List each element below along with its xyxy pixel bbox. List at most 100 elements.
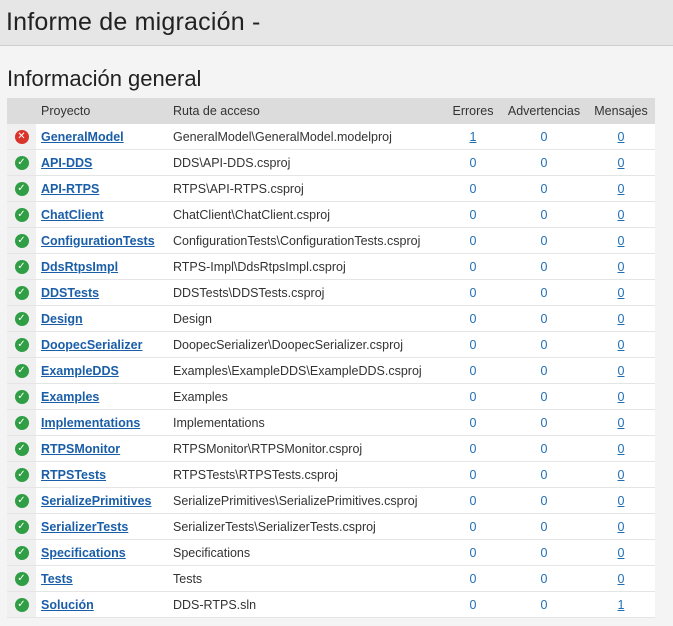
project-link[interactable]: API-DDS: [41, 156, 92, 170]
messages-link[interactable]: 1: [618, 598, 625, 612]
project-link[interactable]: DDSTests: [41, 286, 99, 300]
check-circle-icon: ✓: [14, 597, 29, 612]
project-cell: DdsRtpsImpl: [36, 253, 168, 280]
messages-link[interactable]: 0: [618, 208, 625, 222]
project-cell: Implementations: [36, 409, 168, 436]
project-link[interactable]: Tests: [41, 572, 73, 586]
messages-link[interactable]: 0: [618, 234, 625, 248]
messages-link[interactable]: 0: [618, 286, 625, 300]
status-cell: ✕: [7, 124, 36, 150]
messages-link[interactable]: 0: [618, 130, 625, 144]
status-cell: ✓: [7, 305, 36, 332]
errors-cell: 0: [445, 305, 501, 332]
errors-cell: 0: [445, 201, 501, 228]
path-cell: DDS\API-DDS.csproj: [168, 149, 445, 176]
errors-count: 0: [469, 545, 477, 560]
path-cell: RTPS-Impl\DdsRtpsImpl.csproj: [168, 253, 445, 280]
project-cell: ChatClient: [36, 201, 168, 228]
status-cell: ✓: [7, 201, 36, 228]
warnings-count: 0: [540, 259, 548, 274]
project-link[interactable]: ConfigurationTests: [41, 234, 155, 248]
errors-count: 0: [469, 571, 477, 586]
project-link[interactable]: DdsRtpsImpl: [41, 260, 118, 274]
warnings-count: 0: [540, 545, 548, 560]
project-link[interactable]: RTPSTests: [41, 468, 106, 482]
project-cell: ConfigurationTests: [36, 227, 168, 254]
messages-link[interactable]: 0: [618, 182, 625, 196]
errors-count: 0: [469, 519, 477, 534]
messages-link[interactable]: 0: [618, 338, 625, 352]
status-cell: ✓: [7, 565, 36, 592]
project-link[interactable]: SerializePrimitives: [41, 494, 151, 508]
header-project: Proyecto: [36, 98, 168, 124]
project-link[interactable]: ChatClient: [41, 208, 104, 222]
messages-link[interactable]: 0: [618, 312, 625, 326]
overview-table-container: Proyecto Ruta de acceso Errores Adverten…: [7, 98, 655, 618]
project-link[interactable]: API-RTPS: [41, 182, 99, 196]
path-cell: DDS-RTPS.sln: [168, 591, 445, 618]
project-link[interactable]: ExampleDDS: [41, 364, 119, 378]
status-cell: ✓: [7, 539, 36, 566]
path-cell: DDSTests\DDSTests.csproj: [168, 279, 445, 306]
table-row: ✓ RTPSTests RTPSTests\RTPSTests.csproj 0 0 0: [7, 461, 655, 488]
messages-link[interactable]: 0: [618, 520, 625, 534]
warnings-cell: 0: [501, 539, 587, 566]
project-link[interactable]: Design: [41, 312, 83, 326]
messages-link[interactable]: 0: [618, 442, 625, 456]
errors-link[interactable]: 1: [470, 130, 477, 144]
messages-link[interactable]: 0: [618, 572, 625, 586]
warnings-cell: 0: [501, 331, 587, 358]
status-cell: ✓: [7, 383, 36, 410]
messages-link[interactable]: 0: [618, 494, 625, 508]
messages-link[interactable]: 0: [618, 390, 625, 404]
messages-link[interactable]: 0: [618, 260, 625, 274]
project-link[interactable]: DoopecSerializer: [41, 338, 142, 352]
errors-cell: 0: [445, 331, 501, 358]
warnings-count: 0: [540, 467, 548, 482]
errors-cell: 0: [445, 461, 501, 488]
project-link[interactable]: Examples: [41, 390, 99, 404]
messages-link[interactable]: 0: [618, 468, 625, 482]
header-errors: Errores: [445, 98, 501, 124]
table-row: ✓ Tests Tests 0 0 0: [7, 565, 655, 592]
check-circle-icon: ✓: [14, 389, 29, 404]
check-circle-icon: ✓: [14, 467, 29, 482]
errors-cell: 0: [445, 513, 501, 540]
check-circle-icon: ✓: [14, 337, 29, 352]
project-cell: GeneralModel: [36, 124, 168, 150]
check-circle-icon: ✓: [14, 441, 29, 456]
errors-cell: 0: [445, 409, 501, 436]
path-cell: SerializePrimitives\SerializePrimitives.…: [168, 487, 445, 514]
path-cell: SerializerTests\SerializerTests.csproj: [168, 513, 445, 540]
errors-count: 0: [469, 441, 477, 456]
messages-link[interactable]: 0: [618, 364, 625, 378]
check-circle-icon: ✓: [14, 571, 29, 586]
status-cell: ✓: [7, 487, 36, 514]
errors-cell: 0: [445, 539, 501, 566]
status-cell: ✓: [7, 513, 36, 540]
project-link[interactable]: GeneralModel: [41, 130, 124, 144]
errors-count: 0: [469, 389, 477, 404]
check-circle-icon: ✓: [14, 233, 29, 248]
path-cell: Implementations: [168, 409, 445, 436]
messages-link[interactable]: 0: [618, 156, 625, 170]
errors-cell: 0: [445, 591, 501, 618]
check-circle-icon: ✓: [14, 259, 29, 274]
project-link[interactable]: Solución: [41, 598, 94, 612]
errors-cell: 0: [445, 175, 501, 202]
project-link[interactable]: Specifications: [41, 546, 126, 560]
table-row: ✓ RTPSMonitor RTPSMonitor\RTPSMonitor.cspr…: [7, 435, 655, 462]
project-link[interactable]: Implementations: [41, 416, 140, 430]
check-circle-icon: ✓: [14, 207, 29, 222]
messages-cell: 0: [587, 435, 655, 462]
project-link[interactable]: RTPSMonitor: [41, 442, 120, 456]
errors-count: 0: [469, 207, 477, 222]
project-link[interactable]: SerializerTests: [41, 520, 128, 534]
messages-link[interactable]: 0: [618, 546, 625, 560]
warnings-cell: 0: [501, 461, 587, 488]
warnings-count: 0: [540, 233, 548, 248]
messages-cell: 0: [587, 331, 655, 358]
warnings-cell: 0: [501, 201, 587, 228]
messages-link[interactable]: 0: [618, 416, 625, 430]
errors-count: 0: [469, 259, 477, 274]
